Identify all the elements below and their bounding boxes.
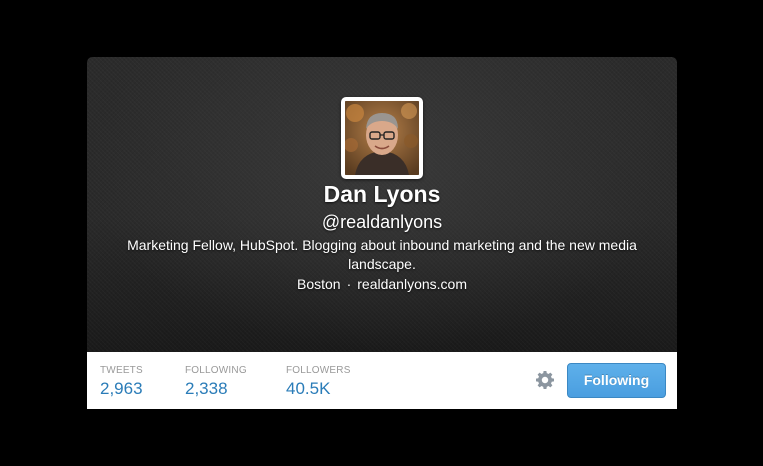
avatar[interactable] — [341, 97, 423, 179]
profile-website-link[interactable]: realdanlyons.com — [357, 276, 467, 292]
stats-bar: TWEETS 2,963 FOLLOWING 2,338 FOLLOWERS 4… — [87, 352, 677, 409]
profile-meta: Boston · realdanlyons.com — [87, 276, 677, 292]
stat-following-label: FOLLOWING — [185, 365, 247, 376]
avatar-image — [345, 101, 419, 175]
meta-separator: · — [346, 276, 352, 292]
profile-location: Boston — [297, 276, 341, 292]
following-button[interactable]: Following — [567, 363, 666, 398]
profile-card: Dan Lyons @realdanlyons Marketing Fellow… — [87, 57, 677, 409]
stat-tweets-value: 2,963 — [100, 379, 143, 398]
stat-following[interactable]: FOLLOWING 2,338 — [185, 365, 247, 399]
gear-icon[interactable] — [535, 370, 555, 390]
stat-tweets[interactable]: TWEETS 2,963 — [100, 365, 143, 399]
stat-following-value: 2,338 — [185, 379, 228, 398]
stat-followers[interactable]: FOLLOWERS 40.5K — [286, 365, 351, 399]
profile-bio: Marketing Fellow, HubSpot. Blogging abou… — [127, 237, 637, 272]
stat-followers-label: FOLLOWERS — [286, 365, 351, 376]
profile-handle: @realdanlyons — [321, 212, 443, 232]
stat-tweets-label: TWEETS — [100, 365, 143, 376]
stat-followers-value: 40.5K — [286, 379, 331, 398]
profile-header: Dan Lyons @realdanlyons Marketing Fellow… — [87, 57, 677, 352]
profile-name[interactable]: Dan Lyons — [87, 181, 677, 208]
